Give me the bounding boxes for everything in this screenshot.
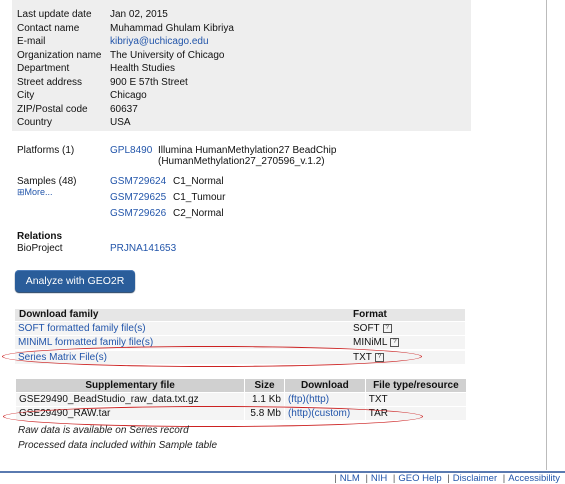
col-size: Size (245, 379, 284, 392)
help-icon[interactable]: ? (390, 337, 400, 347)
footer-separator: | (392, 473, 396, 484)
footer-links: | NLM | NIH | GEO Help | Disclaimer | Accessi… (331, 473, 560, 484)
col-supplementary-file: Supplementary file (16, 379, 245, 392)
bioproject-link[interactable]: PRJNA141653 (110, 243, 176, 254)
contact-field-label: E-mail (17, 36, 46, 47)
footer-link-geo-help[interactable]: GEO Help (398, 473, 441, 484)
contact-field-label: Contact name (17, 22, 80, 34)
table-row: GSE29490_BeadStudio_raw_data.txt.gz 1.1 … (16, 393, 466, 406)
samples-more-link[interactable]: More... (25, 187, 53, 197)
footer-separator: | (334, 473, 337, 484)
contact-field-value: Chicago (110, 90, 147, 101)
footer-separator: | (365, 473, 368, 484)
contact-field-label: Country (17, 117, 53, 128)
contact-field-value: 60637 (110, 103, 138, 115)
bioproject-label: BioProject (17, 243, 63, 254)
contact-field-value: The University of Chicago (110, 49, 225, 61)
download-family-header: Download family Format (15, 309, 465, 321)
download-links: (ftp)(http) (284, 393, 365, 406)
file-name: GSE29490_BeadStudio_raw_data.txt.gz (16, 393, 245, 406)
contact-field-label: Department (17, 63, 70, 74)
ftp-download-link[interactable]: (ftp) (288, 394, 306, 405)
footer-separator: | (502, 473, 506, 484)
sample-link[interactable]: GSM729625 (110, 192, 166, 203)
col-file-type: File type/resource (365, 379, 466, 392)
footer-link-accessibility[interactable]: Accessibility (508, 473, 560, 484)
contact-field-label: ZIP/Postal code (17, 103, 88, 115)
page-footer: | NLM | NIH | GEO Help | Disclaimer | Accessi… (0, 471, 565, 484)
sample-link[interactable]: GSM729626 (110, 208, 166, 219)
contact-field-label: Street address (17, 76, 83, 88)
expand-icon: ⊞ (17, 187, 25, 197)
platform-description-version: (HumanMethylation27_270596_v.1.2) (158, 156, 325, 167)
table-header-row: Supplementary file Size Download File ty… (16, 379, 466, 392)
platform-description: Illumina HumanMethylation27 BeadChip (158, 145, 337, 156)
footer-separator: | (447, 473, 450, 484)
file-type: TXT (365, 393, 466, 406)
format-label: SOFT (353, 323, 380, 334)
platform-link-gpl8490[interactable]: GPL8490 (110, 145, 152, 156)
file-size: 1.1 Kb (245, 393, 284, 406)
format-label: MINiML (353, 337, 388, 348)
sample-name: C2_Normal (173, 208, 224, 219)
download-row: SOFT formatted family file(s) SOFT? (15, 322, 465, 335)
samples-label: Samples (48) (17, 176, 77, 187)
sample-link[interactable]: GSM729624 (110, 176, 166, 187)
contact-field-label: Last update date (17, 9, 92, 20)
sample-name: C1_Tumour (173, 192, 226, 203)
highlight-ellipse-raw-tar (3, 406, 423, 427)
help-icon[interactable]: ? (382, 323, 392, 333)
contact-field-label: Organization name (17, 49, 102, 61)
samples-more-toggle[interactable]: ⊞More... (17, 187, 53, 198)
contact-field-value: USA (110, 117, 131, 128)
highlight-ellipse-series-matrix (2, 346, 422, 367)
download-family-column: Download family (19, 309, 99, 320)
contact-field-value: Muhammad Ghulam Kibriya (110, 22, 234, 34)
footer-link-nih[interactable]: NIH (371, 473, 387, 484)
http-download-link[interactable]: (http) (306, 394, 329, 405)
contact-email-link[interactable]: kibriya@uchicago.edu (110, 36, 209, 47)
contact-field-value: Jan 02, 2015 (110, 9, 168, 20)
footer-link-nlm[interactable]: NLM (340, 473, 360, 484)
contact-field-value: 900 E 57th Street (110, 76, 188, 88)
raw-data-note: Raw data is available on Series record (18, 425, 189, 436)
processed-data-note: Processed data included within Sample ta… (18, 440, 218, 451)
format-value: MINiML? (353, 337, 400, 348)
format-value: SOFT? (353, 323, 392, 334)
footer-link-disclaimer[interactable]: Disclaimer (453, 473, 497, 484)
analyze-geo2r-button[interactable]: Analyze with GEO2R (15, 270, 135, 292)
format-column: Format (353, 309, 387, 320)
col-download: Download (284, 379, 365, 392)
soft-family-file-link[interactable]: SOFT formatted family file(s) (18, 323, 146, 334)
sample-name: C1_Normal (173, 176, 224, 187)
right-border (546, 0, 547, 470)
platforms-label: Platforms (1) (17, 145, 75, 156)
relations-heading: Relations (17, 231, 63, 242)
contact-field-label: City (17, 90, 35, 101)
contact-field-value: Health Studies (110, 63, 176, 74)
